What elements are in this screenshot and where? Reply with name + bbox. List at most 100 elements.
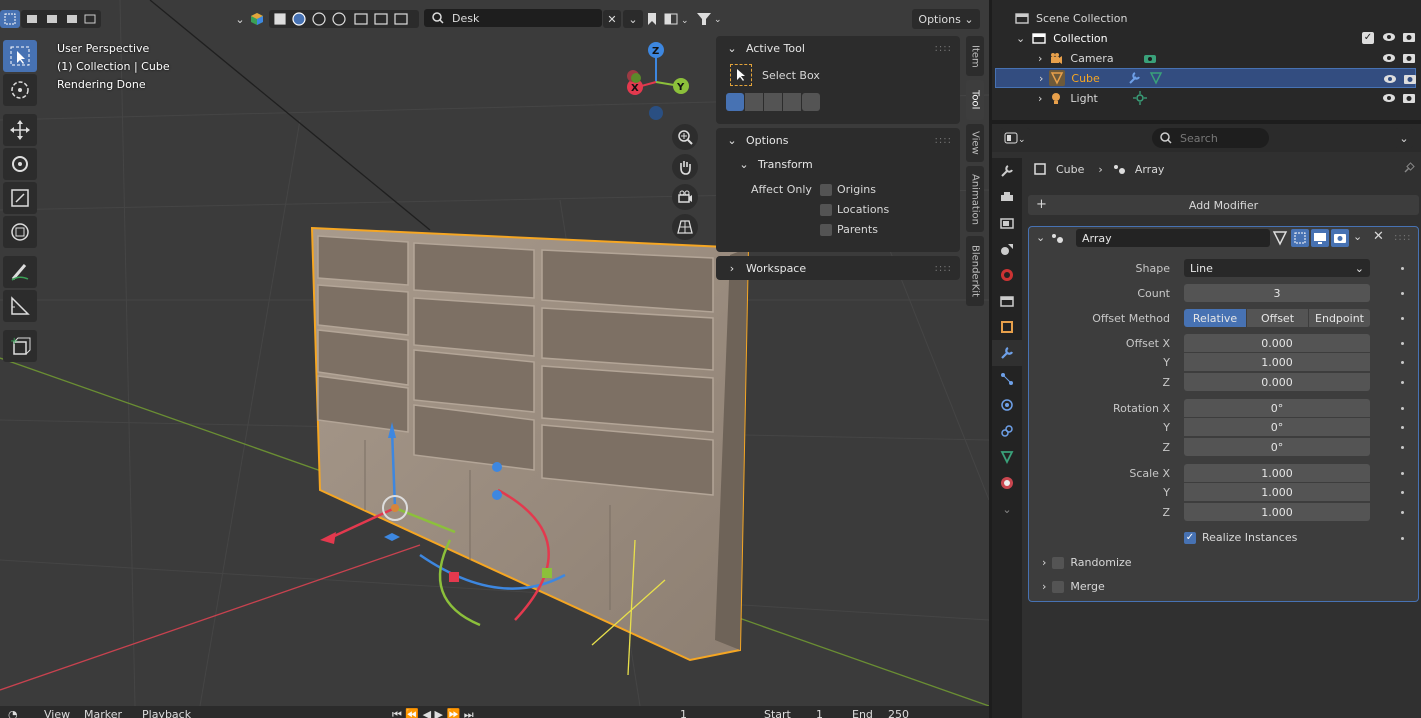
realize-instances-checkbox[interactable]: ✓ Realize Instances [1184,531,1297,544]
tab-view[interactable]: View [966,124,984,162]
move-tool[interactable] [3,114,37,146]
timeline-playback-menu[interactable]: Playback [142,708,191,718]
playback-controls[interactable]: ⏮ ⏪ ◀ ▶ ⏩ ⏭ [392,708,474,718]
options-dropdown[interactable]: Options ⌄ [912,9,980,29]
tab-animation[interactable]: Animation [966,166,984,232]
remove-modifier-icon[interactable]: ✕ [1373,229,1384,244]
particles-tab-icon[interactable] [992,366,1022,392]
search-options-chevron-icon[interactable]: ⌄ [623,10,643,28]
chevron-down-icon[interactable]: ⌄ [1016,32,1025,45]
view-layout-icon[interactable]: ⌄ [662,10,692,28]
viewport-display-icon[interactable] [1311,229,1329,247]
rotation-x-field[interactable]: 0° [1184,399,1370,417]
clear-search-icon[interactable]: ✕ [603,10,621,28]
render-camera-icon[interactable] [1402,30,1416,44]
tab-blenderkit[interactable]: BlenderKit [966,236,984,306]
chevron-right-icon[interactable]: › [1038,92,1042,105]
navigation-gizmo[interactable]: Z X Y [618,40,702,124]
drag-handle-icon[interactable]: :::: [1394,232,1411,243]
object-tab-icon[interactable] [992,314,1022,340]
mode-extend-icon[interactable] [745,93,763,111]
filter-icon[interactable]: ⌄ [694,10,724,28]
world-tab-icon[interactable] [992,262,1022,288]
drag-handle-icon[interactable]: :::: [935,135,952,146]
workspace-panel[interactable]: › Workspace :::: [716,256,960,280]
perspective-grid-icon[interactable] [672,214,698,240]
scale-y-field[interactable]: 1.000 [1184,483,1370,501]
tab-tool[interactable]: Tool [966,80,984,120]
chevron-down-icon[interactable]: ⌄ [233,10,247,28]
mode-new-icon[interactable] [726,93,744,111]
data-tab-icon[interactable] [992,444,1022,470]
select-box-mode-icon[interactable] [0,10,20,28]
options-chevron-icon[interactable]: ⌄ [1395,128,1413,148]
rotate-tool[interactable] [3,148,37,180]
zoom-icon[interactable] [672,124,698,150]
exclude-checkbox[interactable]: ✓ [1362,32,1374,44]
end-frame-field[interactable]: 250 [888,708,909,718]
annotate-tool[interactable] [3,256,37,288]
active-tool-header[interactable]: ⌄ Active Tool :::: [716,36,960,60]
options-header[interactable]: ⌄ Options :::: [716,128,960,152]
tool-tab-icon[interactable] [992,158,1022,184]
render-camera-icon[interactable] [1402,91,1416,105]
count-field[interactable]: 3 [1184,284,1370,302]
offset-z-field[interactable]: 0.000 [1184,373,1370,391]
render-camera-icon[interactable] [1402,51,1416,65]
add-cube-tool[interactable]: + [3,330,37,362]
modifier-tab-icon[interactable] [992,340,1022,366]
output-tab-icon[interactable] [992,210,1022,236]
editor-type-icon[interactable]: ⌄ [1000,128,1030,148]
offset-x-field[interactable]: 0.000 [1184,334,1370,352]
select-box-tool[interactable] [3,40,37,72]
scale-z-field[interactable]: 1.000 [1184,503,1370,521]
shading-mode-buttons[interactable] [269,10,419,28]
merge-subpanel[interactable]: › Merge [1042,580,1105,593]
selection-mode-buttons[interactable] [21,10,101,28]
bookmark-icon[interactable] [645,10,659,28]
light-data-icon[interactable] [1132,90,1148,106]
parents-checkbox[interactable]: Parents [820,223,878,236]
render-tab-icon[interactable] [992,184,1022,210]
modifier-name-input[interactable]: Array [1076,229,1270,247]
scale-x-field[interactable]: 1.000 [1184,464,1370,482]
locations-checkbox[interactable]: Locations [820,203,889,216]
drag-handle-icon[interactable]: :::: [935,43,952,54]
timeline-view-menu[interactable]: View [44,708,70,718]
render-camera-icon[interactable] [1403,72,1417,86]
3d-viewport[interactable]: ⌄ Desk ✕ ⌄ ⌄ ⌄ Options ⌄ User Perspectiv… [0,0,989,706]
scale-tool[interactable] [3,182,37,214]
mode-intersect-icon[interactable] [802,93,820,111]
more-tabs-chevron-icon[interactable]: ⌄ [992,496,1022,522]
collection-row[interactable]: ⌄ Collection ✓ [992,28,1421,48]
collection-tab-icon[interactable] [992,288,1022,314]
tab-item[interactable]: Item [966,36,984,76]
outliner-item-light[interactable]: › Light [992,88,1421,108]
start-frame-field[interactable]: 1 [816,708,823,718]
transform-subheader[interactable]: ⌄ Transform [716,152,960,176]
add-modifier-button[interactable]: + Add Modifier [1028,195,1419,215]
origins-checkbox[interactable]: Origins [820,183,876,196]
current-frame-field[interactable]: 1 [680,708,687,718]
material-tab-icon[interactable] [992,470,1022,496]
camera-view-icon[interactable] [672,184,698,210]
measure-tool[interactable] [3,290,37,322]
camera-data-icon[interactable] [1142,50,1158,66]
chevron-right-icon[interactable]: › [1038,52,1042,65]
physics-tab-icon[interactable] [992,392,1022,418]
offset-method-endpoint[interactable]: Endpoint [1309,309,1370,327]
search-input[interactable]: Desk [424,9,602,27]
mode-subtract-icon[interactable] [764,93,782,111]
eye-icon[interactable] [1382,30,1396,44]
editor-type-icon[interactable]: ◔ [8,708,18,718]
render-display-icon[interactable] [1331,229,1349,247]
rotation-y-field[interactable]: 0° [1184,418,1370,436]
chevron-down-icon[interactable]: ⌄ [1036,231,1045,244]
transform-tool[interactable] [3,216,37,248]
outliner-item-cube[interactable]: › Cube [995,68,1416,88]
offset-method-offset[interactable]: Offset [1247,309,1308,327]
timeline-marker-menu[interactable]: Marker [84,708,122,718]
randomize-subpanel[interactable]: › Randomize [1042,556,1132,569]
shape-dropdown[interactable]: Line ⌄ [1184,259,1370,277]
properties-search-input[interactable]: Search [1152,128,1269,148]
